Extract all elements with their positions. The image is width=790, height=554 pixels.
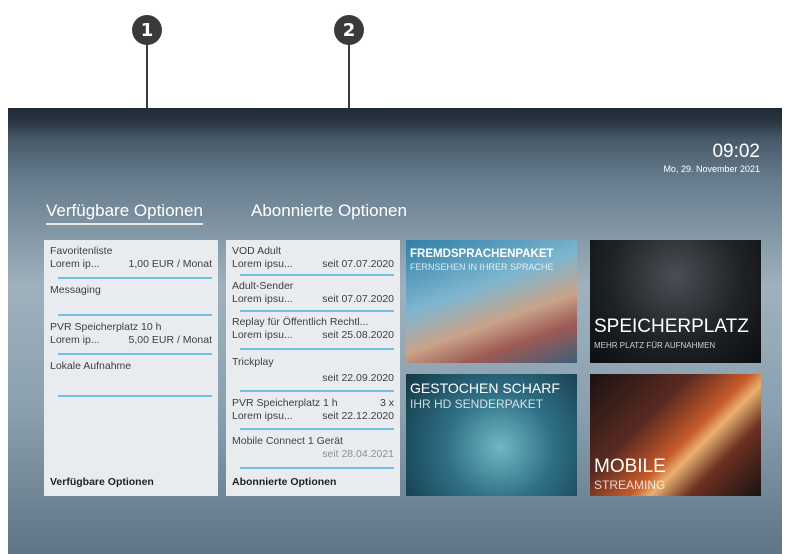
divider — [240, 390, 394, 392]
divider — [240, 428, 394, 430]
item-date: seit 25.08.2020 — [322, 329, 394, 341]
list-item-lokale-aufnahme[interactable]: Lokale Aufnahme — [44, 360, 218, 373]
item-description: Lorem ip... — [50, 334, 100, 346]
item-name: Adult-Sender — [232, 280, 294, 292]
item-price: 5,00 EUR / Monat — [128, 334, 212, 346]
item-price: 1,00 EUR / Monat — [128, 258, 212, 270]
item-description: Lorem ipsu... — [232, 258, 293, 270]
item-date: seit 22.09.2020 — [322, 372, 394, 384]
tile-title: FREMDSPRACHENPAKET — [410, 248, 554, 260]
tile-subtitle: IHR HD SENDERPAKET — [410, 397, 544, 411]
item-name: Trickplay — [232, 356, 274, 368]
tile-title: GESTOCHEN SCHARF — [410, 380, 560, 396]
clock: 09:02 Mo, 29. November 2021 — [663, 141, 760, 175]
divider — [58, 395, 212, 397]
divider — [58, 277, 212, 279]
tab-subscribed-options[interactable]: Abonnierte Optionen — [251, 201, 407, 221]
list-item-favoritenliste[interactable]: Favoritenliste Lorem ip... 1,00 EUR / Mo… — [44, 245, 218, 271]
item-name: Replay für Öffentlich Rechtl... — [232, 316, 369, 328]
item-quantity: 3 x — [379, 397, 394, 409]
list-item-vod-adult[interactable]: VOD Adult Lorem ipsu... seit 07.07.2020 — [226, 245, 400, 271]
item-date: seit 07.07.2020 — [322, 258, 394, 270]
item-name: VOD Adult — [232, 245, 282, 257]
list-item-messaging[interactable]: Messaging — [44, 284, 218, 297]
panel-footer-available: Verfügbare Optionen — [50, 476, 154, 488]
list-item-adult-sender[interactable]: Adult-Sender Lorem ipsu... seit 07.07.20… — [226, 280, 400, 306]
clock-time: 09:02 — [712, 141, 760, 162]
list-item-pvr-speicherplatz-1h[interactable]: PVR Speicherplatz 1 h 3 x Lorem ipsu... … — [226, 397, 400, 423]
item-name: Favoritenliste — [50, 245, 113, 257]
list-item-pvr-speicherplatz[interactable]: PVR Speicherplatz 10 h Lorem ip... 5,00 … — [44, 321, 218, 347]
clock-date: Mo, 29. November 2021 — [663, 164, 760, 174]
tile-fremdsprachenpaket[interactable]: FREMDSPRACHENPAKET FERNSEHEN IN IHRER SP… — [406, 240, 577, 363]
item-name: Messaging — [50, 284, 101, 296]
divider — [240, 348, 394, 350]
item-description: Lorem ipsu... — [232, 293, 293, 305]
tile-title: SPEICHERPLATZ — [594, 316, 749, 337]
list-item-trickplay[interactable]: Trickplay seit 22.09.2020 — [226, 356, 400, 385]
item-description: Lorem ipsu... — [232, 410, 293, 422]
item-date: seit 22.12.2020 — [322, 410, 394, 422]
divider — [58, 314, 212, 316]
panel-footer-subscribed: Abonnierte Optionen — [232, 476, 337, 488]
divider — [240, 274, 394, 276]
item-description: Lorem ip... — [50, 258, 100, 270]
item-date: seit 07.07.2020 — [322, 293, 394, 305]
list-item-replay[interactable]: Replay für Öffentlich Rechtl... Lorem ip… — [226, 316, 400, 342]
tile-subtitle: MEHR PLATZ FÜR AUFNAHMEN — [594, 341, 716, 350]
tile-gestochen-scharf[interactable]: GESTOCHEN SCHARF IHR HD SENDERPAKET — [406, 374, 577, 496]
tile-subtitle: STREAMING — [594, 478, 666, 492]
item-description: Lorem ipsu... — [232, 329, 293, 341]
item-name: PVR Speicherplatz 10 h — [50, 321, 162, 333]
divider — [240, 467, 394, 469]
tile-title: MOBILE — [594, 456, 666, 477]
item-date: seit 28.04.2021 — [322, 448, 394, 460]
screen-top-shade — [8, 108, 782, 138]
divider — [240, 310, 394, 312]
item-name: Mobile Connect 1 Gerät — [232, 435, 343, 447]
available-options-panel: Favoritenliste Lorem ip... 1,00 EUR / Mo… — [44, 240, 218, 496]
tv-screen: 09:02 Mo, 29. November 2021 Verfügbare O… — [8, 108, 782, 554]
item-name: Lokale Aufnahme — [50, 360, 132, 372]
divider — [58, 353, 212, 355]
tile-mobile-streaming[interactable]: MOBILE STREAMING — [590, 374, 761, 496]
list-item-mobile-connect[interactable]: Mobile Connect 1 Gerät seit 28.04.2021 — [226, 435, 400, 461]
callout-marker-1: 1 — [132, 15, 162, 45]
callout-marker-2: 2 — [334, 15, 364, 45]
tab-available-options[interactable]: Verfügbare Optionen — [46, 201, 203, 225]
item-name: PVR Speicherplatz 1 h — [232, 397, 338, 409]
subscribed-options-panel: VOD Adult Lorem ipsu... seit 07.07.2020 … — [226, 240, 400, 496]
tile-subtitle: FERNSEHEN IN IHRER SPRACHE — [410, 262, 554, 272]
tile-speicherplatz[interactable]: SPEICHERPLATZ MEHR PLATZ FÜR AUFNAHMEN — [590, 240, 761, 363]
